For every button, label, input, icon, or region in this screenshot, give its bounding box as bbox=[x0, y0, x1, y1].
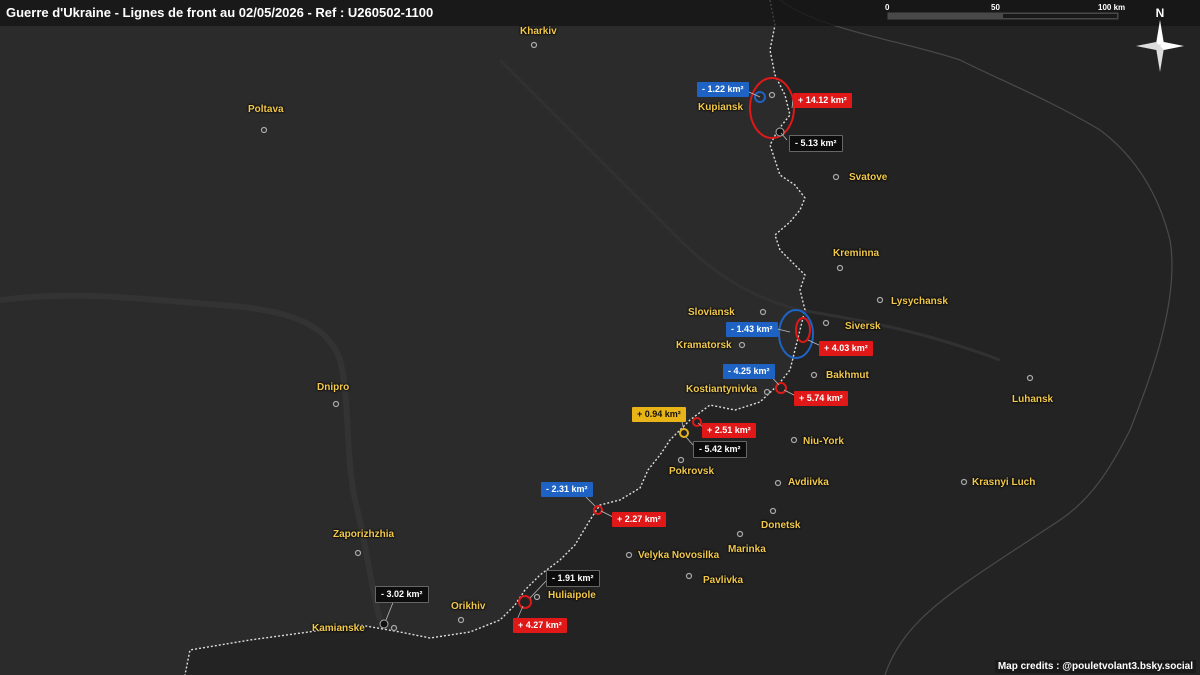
badge-kupiansk-black[interactable]: - 5.13 km² bbox=[789, 135, 843, 152]
city-marinka: Marinka bbox=[728, 544, 766, 555]
badge-kamianske-black[interactable]: - 3.02 km² bbox=[375, 586, 429, 603]
city-kamianske: Kamianske bbox=[312, 623, 365, 634]
city-huliaipole: Huliaipole bbox=[548, 590, 596, 601]
city-kreminna: Kreminna bbox=[833, 248, 880, 259]
city-poltava: Poltava bbox=[248, 104, 284, 115]
city-kostiantynivka: Kostiantynivka bbox=[686, 384, 758, 395]
city-zaporizhzhia: Zaporizhzhia bbox=[333, 529, 395, 540]
city-kupiansk: Kupiansk bbox=[698, 102, 744, 113]
city-siversk: Siversk bbox=[845, 321, 881, 332]
badge-hulia-black[interactable]: - 1.91 km² bbox=[546, 570, 600, 587]
badge-bakhmut-loss[interactable]: - 4.25 km² bbox=[723, 364, 775, 379]
north-arrow-icon: N bbox=[1132, 4, 1188, 72]
city-pokrovsk: Pokrovsk bbox=[669, 466, 715, 477]
city-lysychansk: Lysychansk bbox=[891, 296, 948, 307]
city-sloviansk: Sloviansk bbox=[688, 307, 735, 318]
city-luhansk: Luhansk bbox=[1012, 394, 1054, 405]
zone-kamianske-black[interactable] bbox=[379, 619, 389, 629]
city-kharkiv: Kharkiv bbox=[520, 26, 557, 37]
badge-kupiansk-gain[interactable]: + 14.12 km² bbox=[793, 93, 852, 108]
city-bakhmut: Bakhmut bbox=[826, 370, 869, 381]
city-niu-york: Niu-York bbox=[803, 436, 844, 447]
badge-vn-gain[interactable]: + 2.27 km² bbox=[612, 512, 666, 527]
badge-kupiansk-loss[interactable]: - 1.22 km² bbox=[697, 82, 749, 97]
city-orikhiv: Orikhiv bbox=[451, 601, 486, 612]
svg-text:N: N bbox=[1156, 6, 1165, 20]
city-donetsk: Donetsk bbox=[761, 520, 801, 531]
map-canvas[interactable] bbox=[0, 0, 1200, 675]
badge-pokrovsk-gain[interactable]: + 2.51 km² bbox=[702, 423, 756, 438]
city-krasnyi-luch: Krasnyi Luch bbox=[972, 477, 1036, 488]
badge-vn-loss[interactable]: - 2.31 km² bbox=[541, 482, 593, 497]
city-dnipro: Dnipro bbox=[317, 382, 350, 393]
badge-pokrovsk-yellow[interactable]: + 0.94 km² bbox=[632, 407, 686, 422]
city-svatove: Svatove bbox=[849, 172, 888, 183]
map-title: Guerre d'Ukraine - Lignes de front au 02… bbox=[6, 5, 434, 20]
city-pavlivka: Pavlivka bbox=[703, 575, 744, 586]
badge-bakhmut-gain[interactable]: + 5.74 km² bbox=[794, 391, 848, 406]
badge-siversk-loss[interactable]: - 1.43 km² bbox=[726, 322, 778, 337]
city-velyka-novosilka: Velyka Novosilka bbox=[638, 550, 720, 561]
city-kramatorsk: Kramatorsk bbox=[676, 340, 732, 351]
city-avdiivka: Avdiivka bbox=[788, 477, 829, 488]
badge-siversk-gain[interactable]: + 4.03 km² bbox=[819, 341, 873, 356]
badge-hulia-gain[interactable]: + 4.27 km² bbox=[513, 618, 567, 633]
scale-label-100: 100 km bbox=[1098, 3, 1126, 12]
scale-label-50: 50 bbox=[991, 3, 1000, 12]
badge-pokrovsk-black[interactable]: - 5.42 km² bbox=[693, 441, 747, 458]
map-credits: Map credits : @pouletvolant3.bsky.social bbox=[994, 660, 1196, 673]
scale-label-0: 0 bbox=[885, 3, 890, 12]
